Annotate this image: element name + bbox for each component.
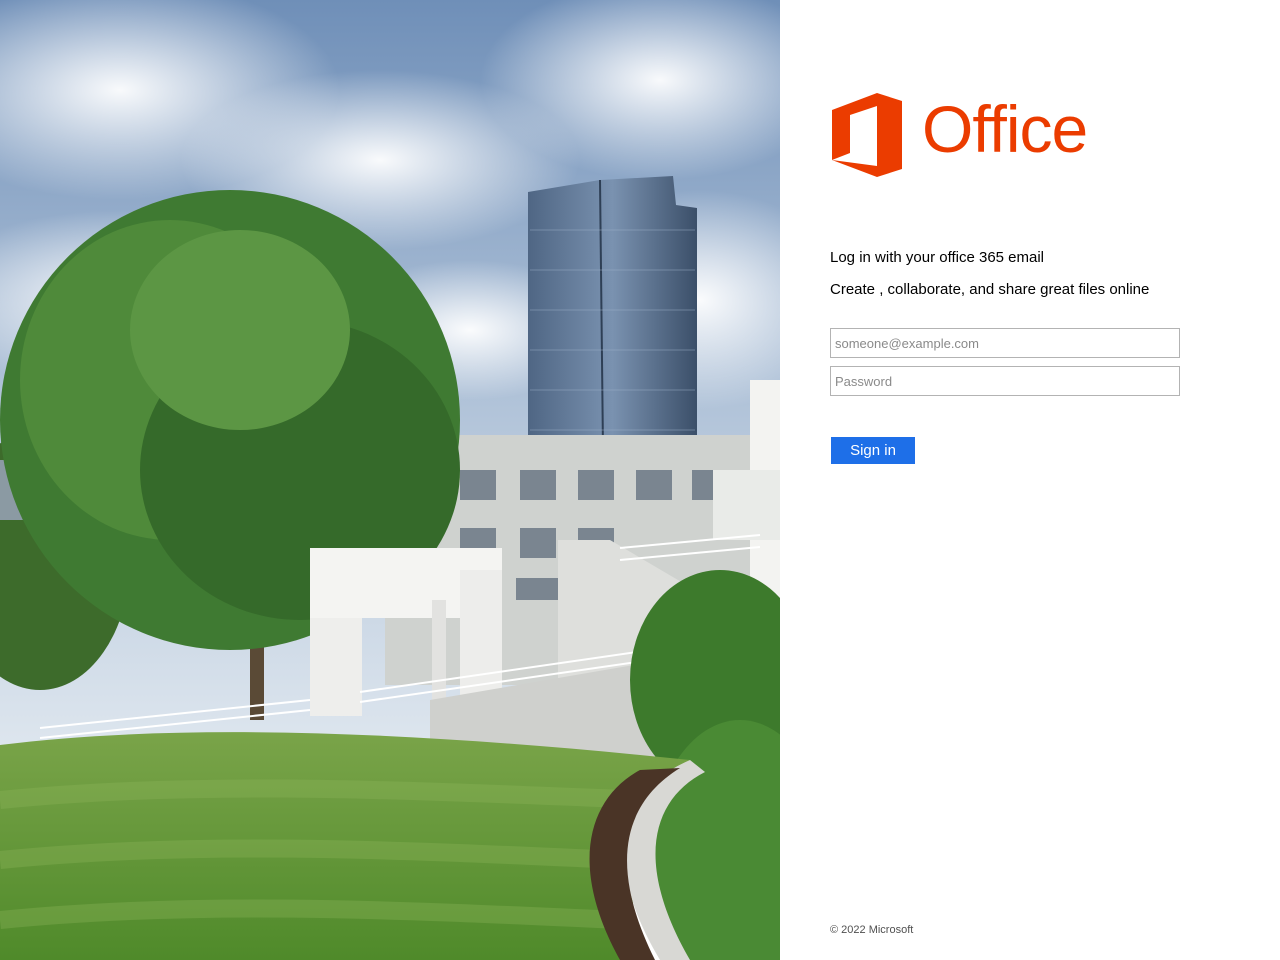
office-logo-icon [832, 93, 902, 177]
login-page: Office Log in with your office 365 email… [0, 0, 1280, 960]
office-logo: Office [832, 92, 1102, 177]
hero-image [0, 0, 780, 960]
copyright-footer: © 2022 Microsoft [830, 924, 914, 936]
password-input[interactable] [830, 366, 1180, 396]
signin-panel: Office Log in with your office 365 email… [780, 0, 1280, 960]
sign-in-button[interactable]: Sign in [831, 437, 915, 464]
office-logo-text: Office [922, 92, 1088, 166]
page-title: Log in with your office 365 email [830, 249, 1045, 266]
page-subtitle: Create , collaborate, and share great fi… [830, 281, 1150, 298]
email-input[interactable] [830, 328, 1180, 358]
